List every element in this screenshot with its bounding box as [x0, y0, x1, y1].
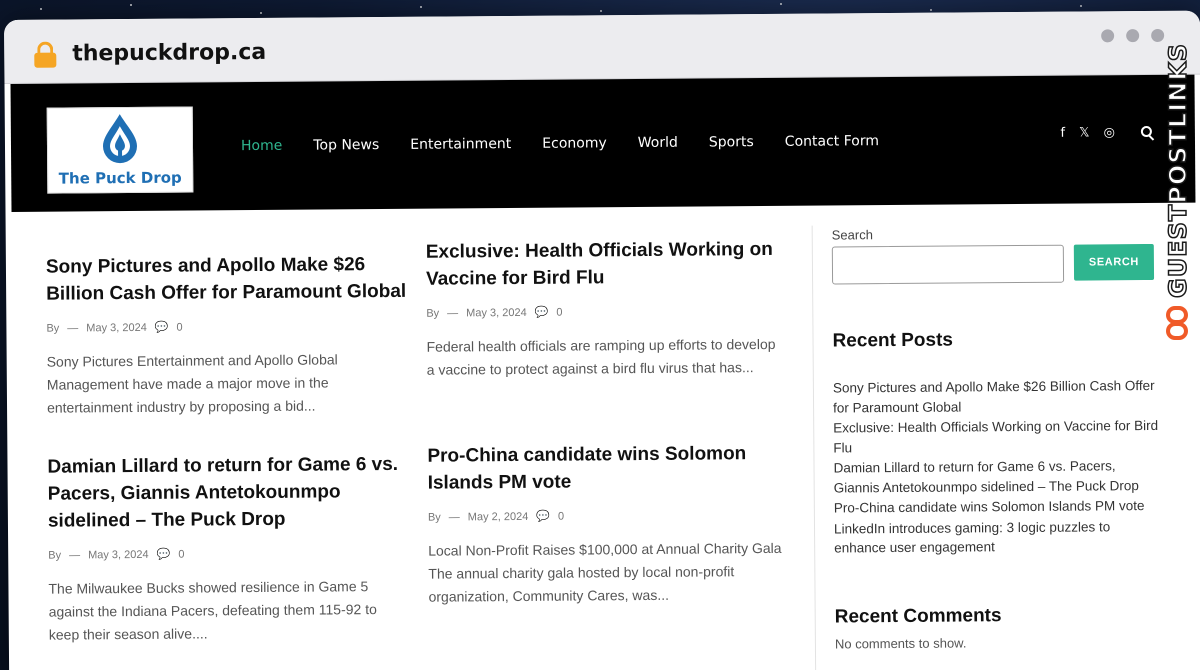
comment-icon: 💬 — [534, 306, 549, 319]
recent-posts-list: Sony Pictures and Apollo Make $26 Billio… — [833, 376, 1164, 558]
post-card: Pro-China candidate wins Solomon Islands… — [427, 440, 789, 644]
recent-post-link[interactable]: Sony Pictures and Apollo Make $26 Billio… — [833, 376, 1163, 418]
post-title[interactable]: Sony Pictures and Apollo Make $26 Billio… — [46, 251, 406, 308]
meta-separator: — — [448, 510, 460, 524]
page-content: Sony Pictures and Apollo Make $26 Billio… — [6, 203, 1200, 670]
nav-economy[interactable]: Economy — [542, 135, 607, 152]
window-dot-icon[interactable] — [1126, 29, 1140, 43]
post-by: By — [427, 511, 441, 524]
post-date[interactable]: May 2, 2024 — [468, 510, 529, 522]
comment-count[interactable]: 0 — [556, 306, 562, 318]
sidebar-divider — [811, 225, 817, 670]
nav-sports[interactable]: Sports — [709, 134, 754, 150]
nav-entertainment[interactable]: Entertainment — [410, 136, 511, 153]
search-icon[interactable] — [1140, 125, 1155, 141]
post-by: By — [426, 307, 440, 320]
main-nav: Home Top News Entertainment Economy Worl… — [241, 133, 879, 154]
nav-contact-form[interactable]: Contact Form — [785, 133, 879, 150]
recent-comments-title: Recent Comments — [834, 604, 1002, 627]
post-grid: Sony Pictures and Apollo Make $26 Billio… — [46, 239, 789, 647]
post-card: Damian Lillard to return for Game 6 vs. … — [47, 451, 409, 647]
comment-icon: 💬 — [154, 321, 169, 334]
window-controls — [1101, 28, 1165, 43]
comment-count[interactable]: 0 — [176, 321, 182, 333]
site-logo[interactable]: The Puck Drop — [46, 106, 194, 194]
watermark-text: GUESTPOSTLINKS — [1163, 42, 1193, 299]
post-excerpt: Federal health officials are ramping up … — [426, 335, 776, 378]
comment-icon: 💬 — [536, 510, 551, 523]
post-excerpt: Sony Pictures Entertainment and Apollo G… — [46, 351, 338, 416]
no-comments-text: No comments to show. — [834, 634, 967, 651]
nav-top-news[interactable]: Top News — [313, 137, 379, 154]
post-title[interactable]: Damian Lillard to return for Game 6 vs. … — [47, 451, 408, 535]
post-meta: By — May 3, 2024 💬 0 — [46, 319, 406, 335]
url-text[interactable]: thepuckdrop.ca — [72, 40, 266, 67]
comment-count[interactable]: 0 — [558, 510, 564, 522]
recent-post-link[interactable]: Damian Lillard to return for Game 6 vs. … — [833, 456, 1163, 498]
post-title[interactable]: Exclusive: Health Officials Working on V… — [426, 236, 786, 293]
post-by: By — [46, 322, 60, 335]
nav-home[interactable]: Home — [241, 138, 282, 154]
recent-post-link[interactable]: LinkedIn introduces gaming: 3 logic puzz… — [834, 516, 1164, 558]
post-meta: By — May 2, 2024 💬 0 — [428, 508, 788, 524]
meta-separator: — — [447, 306, 459, 320]
search-form: SEARCH — [831, 243, 1162, 285]
lock-icon — [34, 41, 57, 68]
water-drop-logo-icon — [102, 114, 137, 164]
post-date[interactable]: May 3, 2024 — [86, 321, 147, 333]
window-dot-icon[interactable] — [1151, 28, 1165, 42]
comment-count[interactable]: 0 — [178, 548, 184, 560]
post-date[interactable]: May 3, 2024 — [88, 548, 149, 560]
search-label: Search — [831, 227, 873, 243]
recent-post-link[interactable]: Pro-China candidate wins Solomon Islands… — [834, 496, 1164, 518]
address-bar[interactable]: thepuckdrop.ca — [4, 10, 1200, 84]
nav-world[interactable]: World — [638, 135, 678, 151]
search-button[interactable]: SEARCH — [1073, 243, 1155, 281]
instagram-icon[interactable]: ◎ — [1104, 125, 1115, 140]
facebook-icon[interactable]: f — [1060, 126, 1065, 141]
window-dot-icon[interactable] — [1101, 29, 1115, 43]
post-by: By — [48, 549, 62, 562]
recent-posts-title: Recent Posts — [832, 329, 954, 352]
meta-separator: — — [69, 548, 81, 562]
guestpostlinks-watermark: GUESTPOSTLINKS — [1158, 42, 1200, 358]
search-input[interactable] — [831, 244, 1065, 285]
post-title[interactable]: Pro-China candidate wins Solomon Islands… — [427, 440, 787, 497]
chain-link-icon — [1164, 302, 1192, 346]
browser-window: thepuckdrop.ca The Puck Drop Home Top Ne… — [4, 10, 1200, 670]
sidebar: Search SEARCH Recent Posts Sony Pictures… — [832, 225, 1165, 651]
meta-separator: — — [67, 321, 79, 335]
site-header: The Puck Drop Home Top News Entertainmen… — [10, 74, 1196, 212]
social-links: f 𝕏 ◎ — [1060, 125, 1155, 141]
post-meta: By — May 3, 2024 💬 0 — [48, 546, 408, 562]
post-card: Sony Pictures and Apollo Make $26 Billio… — [46, 251, 407, 420]
comment-icon: 💬 — [156, 548, 171, 561]
post-meta: By — May 3, 2024 💬 0 — [426, 304, 786, 320]
post-card: Exclusive: Health Officials Working on V… — [426, 236, 787, 417]
logo-text: The Puck Drop — [58, 168, 182, 188]
post-excerpt: The Milwaukee Bucks showed resilience in… — [48, 578, 377, 643]
post-date[interactable]: May 3, 2024 — [466, 306, 527, 318]
recent-post-link[interactable]: Exclusive: Health Officials Working on V… — [833, 416, 1163, 458]
x-icon[interactable]: 𝕏 — [1079, 125, 1090, 140]
post-excerpt: Local Non-Profit Raises $100,000 at Annu… — [428, 539, 782, 605]
